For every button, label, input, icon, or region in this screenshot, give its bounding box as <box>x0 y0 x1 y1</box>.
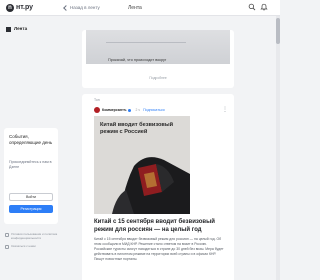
top-actions <box>248 3 268 11</box>
sidebar-item-label: Лента <box>14 26 28 31</box>
avatar[interactable] <box>94 107 100 113</box>
promo-more-link[interactable]: Подробнее <box>82 76 234 81</box>
mail-icon <box>5 245 9 249</box>
logo-mark: n <box>6 4 14 12</box>
back-to-feed-button[interactable]: Назад в ленту <box>63 4 100 12</box>
scrollbar-track[interactable] <box>276 16 280 280</box>
sidebar: Лента События, определяющие день Присоед… <box>0 16 60 280</box>
article-snippet: Китай с 15 сентября вводит безвизовый ре… <box>94 237 224 261</box>
article-title[interactable]: Китай с 15 сентября вводит безвизовый ре… <box>94 218 226 234</box>
author-row: Коммерсантъ 2 ч Подписаться <box>94 107 165 113</box>
promo-title: События, определяющие день <box>9 134 53 145</box>
footer-link-contact[interactable]: Связаться с нами <box>5 244 59 249</box>
logo[interactable]: n нт.ру <box>6 3 33 13</box>
info-icon <box>5 233 9 237</box>
sidebar-footer: Условия пользования и политика конфиденц… <box>5 232 59 253</box>
app-window: n нт.ру Назад в ленту Лента Лента Событи… <box>0 0 280 280</box>
footer-link-terms[interactable]: Условия пользования и политика конфиденц… <box>5 232 59 240</box>
sidebar-item-feed[interactable]: Лента <box>6 26 27 32</box>
footer-link-label: Связаться с нами <box>11 244 36 248</box>
home-icon <box>6 26 11 32</box>
footer-link-label: Условия пользования и политика конфиденц… <box>11 232 58 240</box>
login-promo: События, определяющие день Присоединяйте… <box>4 128 58 224</box>
section-label: Топ <box>94 98 100 102</box>
logo-text: нт.ру <box>16 4 34 11</box>
bell-icon[interactable] <box>260 3 268 11</box>
back-label: Назад в ленту <box>70 5 100 10</box>
article-image[interactable]: Китай вводит безвизовый режим с Россией <box>94 116 190 214</box>
scrollbar-thumb[interactable] <box>276 18 280 44</box>
feed: Прокачай, что происходит вокруг Подробне… <box>82 16 234 280</box>
subscribe-button[interactable]: Подписаться <box>143 108 165 113</box>
promo-caption: Прокачай, что происходит вокруг <box>108 58 167 62</box>
page-title: Лента <box>128 5 142 11</box>
promo-text: Присоединяйтесь к нам в Дзене <box>9 160 52 169</box>
author-name[interactable]: Коммерсантъ <box>102 108 126 113</box>
login-button[interactable]: Войти <box>9 193 53 201</box>
more-options-icon[interactable]: ⋮ <box>222 107 228 113</box>
feed-card-article[interactable]: Топ Коммерсантъ 2 ч Подписаться ⋮ Китай … <box>82 94 234 280</box>
verified-icon <box>128 108 132 112</box>
post-time: 2 ч <box>135 107 141 112</box>
divider <box>106 42 186 43</box>
search-icon[interactable] <box>248 3 256 11</box>
feed-card-promo[interactable]: Прокачай, что происходит вокруг Подробне… <box>82 30 234 88</box>
chevron-left-icon <box>63 5 69 11</box>
register-button[interactable]: Регистрация <box>9 205 53 213</box>
top-bar: n нт.ру Назад в ленту Лента <box>0 0 280 16</box>
image-headline: Китай вводит безвизовый режим с Россией <box>100 122 174 135</box>
